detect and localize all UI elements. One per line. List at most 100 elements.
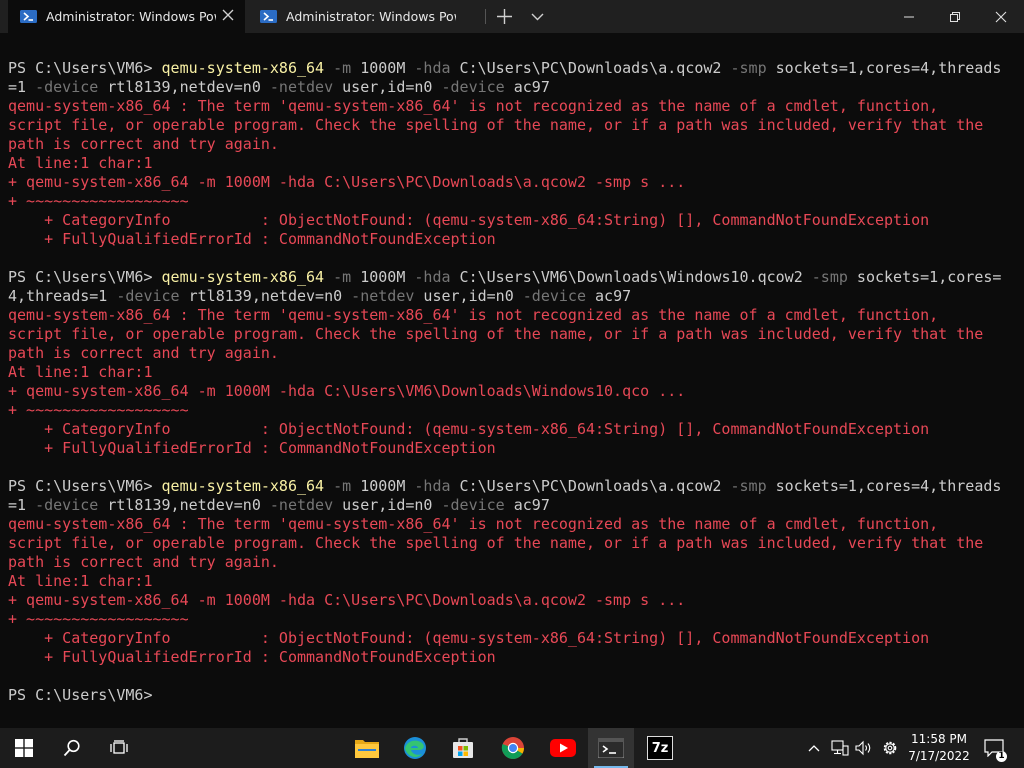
terminal-output[interactable]: PS C:\Users\VM6> qemu-system-x86_64 -m 1… <box>8 59 1016 719</box>
terminal-text: + CategoryInfo : ObjectNotFound: (qemu-s… <box>8 420 930 438</box>
terminal-text: + qemu-system-x86_64 -m 1000M -hda C:\Us… <box>8 591 686 609</box>
terminal-line: + ~~~~~~~~~~~~~~~~~~ <box>8 610 1016 629</box>
chevron-down-icon[interactable] <box>531 10 544 23</box>
tab-powershell-2[interactable]: Administrator: Windows PowerShell <box>248 0 485 33</box>
new-tab-icon[interactable] <box>496 8 513 25</box>
notification-center-button[interactable] <box>982 728 1006 768</box>
maximize-button[interactable] <box>932 0 978 33</box>
show-hidden-icons-button[interactable] <box>804 728 824 768</box>
terminal-text: PS C:\Users\VM6> <box>8 477 162 495</box>
terminal-text: + CategoryInfo : ObjectNotFound: (qemu-s… <box>8 629 930 647</box>
minimize-icon <box>904 16 914 17</box>
terminal-text: + FullyQualifiedErrorId : CommandNotFoun… <box>8 230 496 248</box>
terminal-line: =1 -device rtl8139,netdev=n0 -netdev use… <box>8 78 1016 97</box>
taskbar: 7z 11:58 PM 7/17/2022 <box>0 728 1024 768</box>
volume-icon <box>855 740 871 756</box>
close-icon <box>995 11 1007 22</box>
terminal-text: + FullyQualifiedErrorId : CommandNotFoun… <box>8 439 496 457</box>
tab-label: Administrator: Windows PowerShell <box>46 9 216 24</box>
terminal-line: qemu-system-x86_64 : The term 'qemu-syst… <box>8 306 1016 325</box>
terminal-text: C:\Users\PC\Downloads\a.qcow2 <box>450 477 722 495</box>
network-button[interactable] <box>829 728 851 768</box>
terminal-line: path is correct and try again. <box>8 344 1016 363</box>
volume-button[interactable] <box>853 728 875 768</box>
windows-start-icon <box>15 739 33 757</box>
terminal-text: user,id=n0 <box>333 496 433 514</box>
taskbar-edge[interactable] <box>392 728 438 768</box>
clock-date: 7/17/2022 <box>908 749 970 763</box>
taskbar-store[interactable] <box>440 728 486 768</box>
terminal-text: + FullyQualifiedErrorId : CommandNotFoun… <box>8 648 496 666</box>
settings-button[interactable] <box>879 728 901 768</box>
terminal-text: -device <box>26 78 99 96</box>
taskbar-terminal[interactable] <box>588 728 634 768</box>
terminal-text: user,id=n0 <box>333 78 433 96</box>
terminal-line: 4,threads=1 -device rtl8139,netdev=n0 -n… <box>8 287 1016 306</box>
terminal-text: script file, or operable program. Check … <box>8 116 984 134</box>
terminal-text: rtl8139,netdev=n0 <box>98 496 261 514</box>
chevron-up-icon <box>808 745 820 752</box>
title-bar: Administrator: Windows PowerShell Admini… <box>0 0 1024 33</box>
terminal-text: path is correct and try again. <box>8 135 279 153</box>
terminal-line: script file, or operable program. Check … <box>8 325 1016 344</box>
search-button[interactable] <box>49 728 95 768</box>
7zip-label: 7z <box>651 740 669 756</box>
taskbar-youtube[interactable] <box>540 728 586 768</box>
terminal-text: -smp <box>721 477 767 495</box>
powershell-icon <box>260 10 277 23</box>
clock-time: 11:58 PM <box>911 732 967 746</box>
terminal-line: =1 -device rtl8139,netdev=n0 -netdev use… <box>8 496 1016 515</box>
terminal-text: -m <box>324 59 352 77</box>
terminal-text: + ~~~~~~~~~~~~~~~~~~ <box>8 610 189 628</box>
terminal-text: At line:1 char:1 <box>8 154 153 172</box>
terminal-text: + qemu-system-x86_64 -m 1000M -hda C:\Us… <box>8 382 686 400</box>
terminal-text: script file, or operable program. Check … <box>8 325 984 343</box>
terminal-text: sockets=1,cores=4,threads <box>766 477 1002 495</box>
terminal-text: sockets=1,cores= <box>847 268 1002 286</box>
terminal-text: At line:1 char:1 <box>8 363 153 381</box>
terminal-text: + CategoryInfo : ObjectNotFound: (qemu-s… <box>8 211 930 229</box>
task-view-icon <box>110 740 128 754</box>
terminal-text: -m <box>324 477 352 495</box>
tab-powershell-1[interactable]: Administrator: Windows PowerShell <box>8 0 245 33</box>
terminal-text: qemu-system-x86_64 <box>161 59 325 77</box>
terminal-text: qemu-system-x86_64 <box>161 268 325 286</box>
terminal-line: + ~~~~~~~~~~~~~~~~~~ <box>8 192 1016 211</box>
terminal-text: path is correct and try again. <box>8 553 279 571</box>
terminal-text: + ~~~~~~~~~~~~~~~~~~ <box>8 401 189 419</box>
terminal-text: ac97 <box>586 287 632 305</box>
terminal-line: At line:1 char:1 <box>8 154 1016 173</box>
start-button[interactable] <box>1 728 47 768</box>
taskbar-clock[interactable]: 11:58 PM 7/17/2022 <box>903 731 975 765</box>
terminal-text: script file, or operable program. Check … <box>8 534 984 552</box>
terminal-line: + CategoryInfo : ObjectNotFound: (qemu-s… <box>8 420 1016 439</box>
terminal-text: C:\Users\PC\Downloads\a.qcow2 <box>450 59 722 77</box>
terminal-text: user,id=n0 <box>414 287 514 305</box>
terminal-text: =1 <box>8 78 27 96</box>
terminal-text: -netdev <box>342 287 415 305</box>
terminal-line: At line:1 char:1 <box>8 363 1016 382</box>
terminal-line: PS C:\Users\VM6> <box>8 686 1016 705</box>
minimize-button[interactable] <box>886 0 932 33</box>
terminal-text: sockets=1,cores=4,threads <box>766 59 1002 77</box>
close-button[interactable] <box>978 0 1024 33</box>
taskbar-7zip[interactable]: 7z <box>637 728 683 768</box>
terminal-line: path is correct and try again. <box>8 135 1016 154</box>
terminal-text: rtl8139,netdev=n0 <box>98 78 261 96</box>
restore-icon <box>950 11 960 22</box>
tab-close-icon[interactable] <box>221 8 235 22</box>
terminal-text: ac97 <box>504 78 550 96</box>
terminal-text: C:\Users\VM6\Downloads\Windows10.qcow2 <box>450 268 803 286</box>
terminal-text: -device <box>432 78 505 96</box>
task-view-button[interactable] <box>96 728 142 768</box>
tab-label: Administrator: Windows PowerShell <box>286 9 456 24</box>
taskbar-file-explorer[interactable] <box>344 728 390 768</box>
terminal-text: qemu-system-x86_64 : The term 'qemu-syst… <box>8 515 939 533</box>
terminal-text: =1 <box>8 496 27 514</box>
terminal-text: qemu-system-x86_64 : The term 'qemu-syst… <box>8 306 939 324</box>
terminal-line: PS C:\Users\VM6> qemu-system-x86_64 -m 1… <box>8 477 1016 496</box>
taskbar-chrome[interactable] <box>490 728 536 768</box>
terminal-text: -device <box>26 496 99 514</box>
